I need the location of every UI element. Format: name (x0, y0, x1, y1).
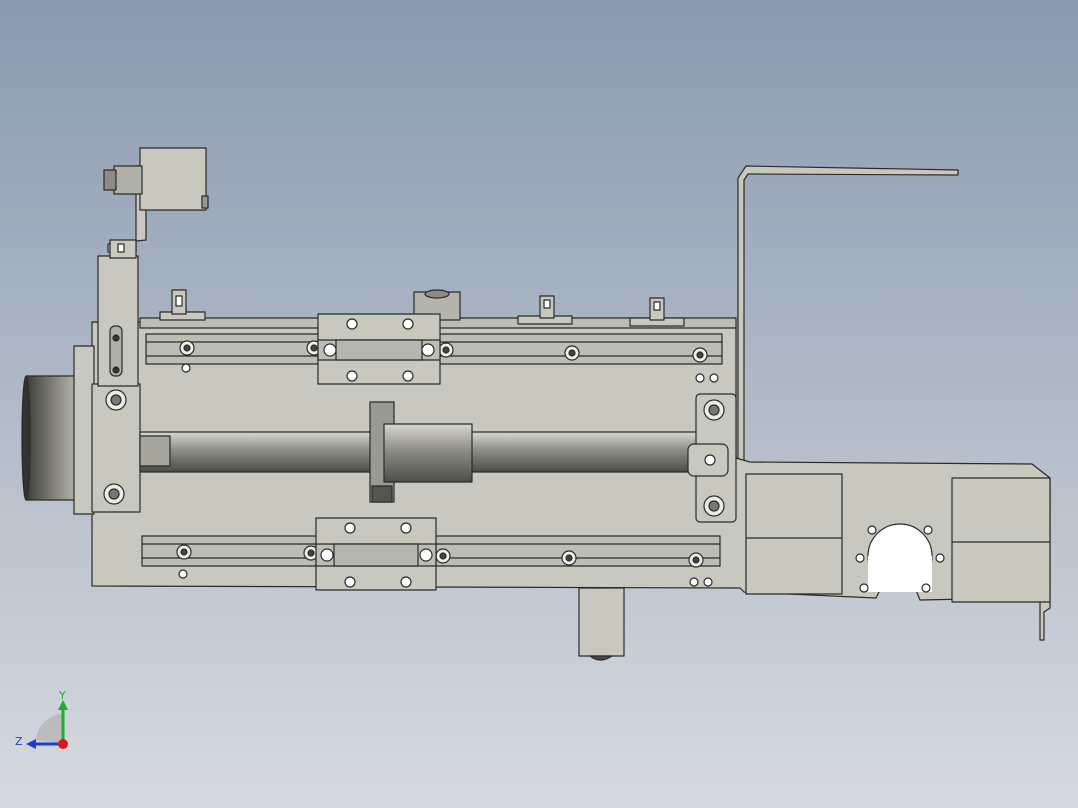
stepper-motor (21, 345, 95, 515)
assembly-drawing: Y Z (15, 147, 1051, 749)
y-axis-label: Y (58, 689, 66, 702)
orientation-triad (26, 700, 68, 749)
top-bent-bracket (737, 165, 959, 511)
lower-carriage-block (315, 517, 437, 591)
sensor-assembly (103, 147, 209, 259)
cad-viewport[interactable]: Y Z (0, 0, 1078, 808)
upper-carriage-block (317, 313, 441, 385)
base-plate (91, 321, 1051, 641)
z-axis-label: Z (15, 735, 23, 748)
x-axis-dot (58, 739, 68, 749)
bottom-cylinder (578, 587, 625, 657)
